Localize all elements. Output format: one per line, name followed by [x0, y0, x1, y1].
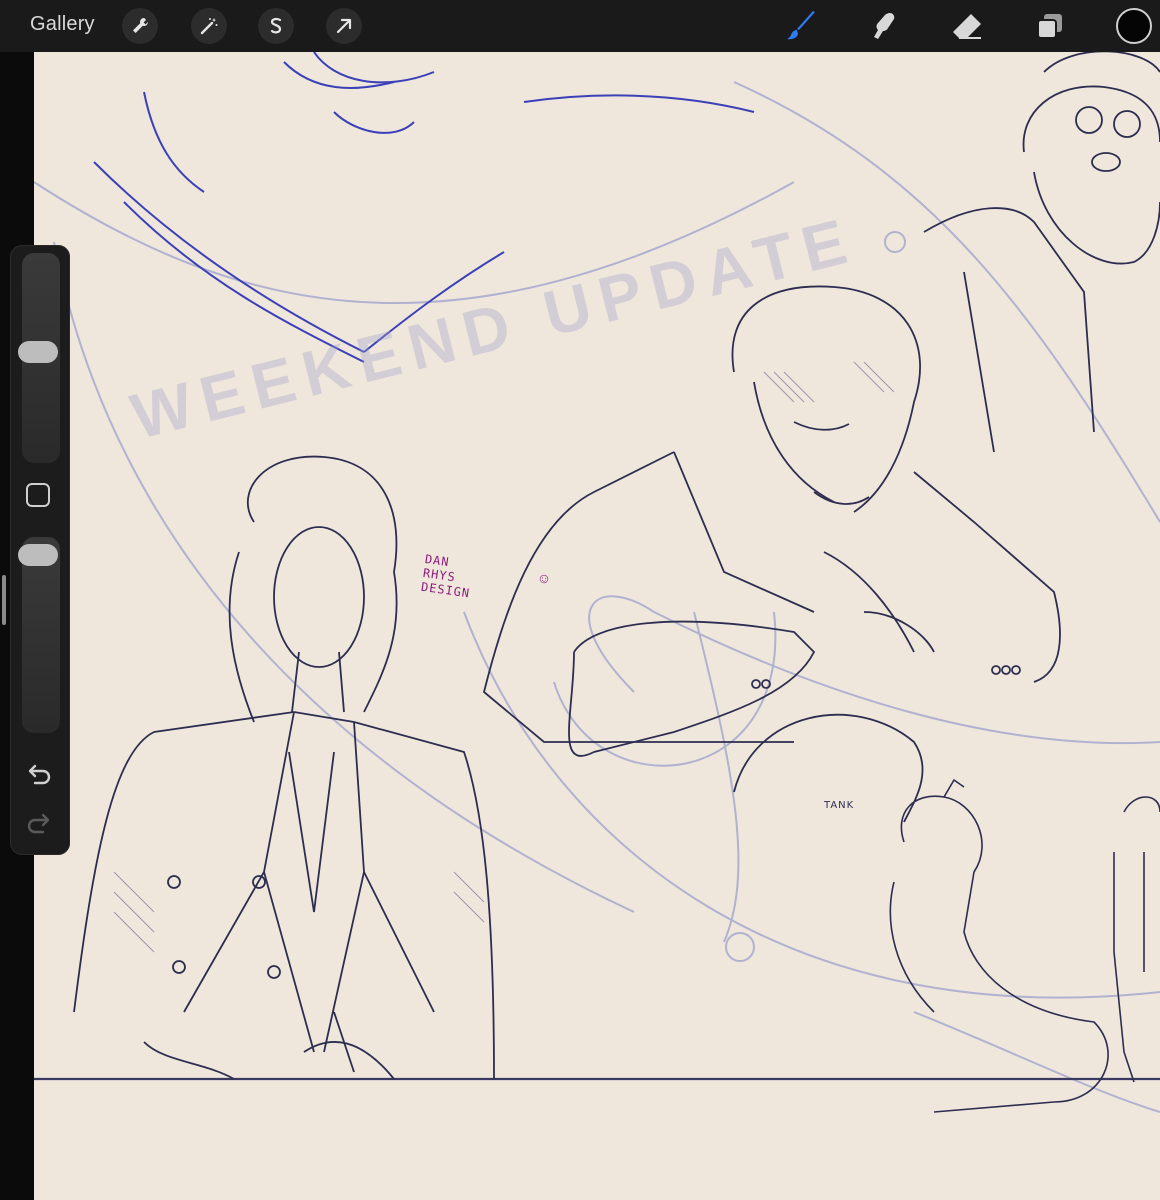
- brush-icon: [787, 11, 815, 40]
- actions-button[interactable]: [122, 8, 158, 44]
- magic-wand-icon: [200, 18, 218, 35]
- undo-icon: [28, 764, 51, 785]
- layers-button[interactable]: [1032, 8, 1068, 44]
- brush-size-slider[interactable]: [18, 253, 60, 463]
- selection-button[interactable]: [258, 8, 294, 44]
- redo-icon: [27, 813, 50, 834]
- top-toolbar: Gallery: [0, 0, 1160, 52]
- transform-arrow-icon: [336, 18, 352, 34]
- shirt-text-small: TANK: [824, 800, 855, 811]
- eraser-icon: [953, 14, 981, 39]
- smudge-icon: [874, 13, 895, 39]
- transform-button[interactable]: [326, 8, 362, 44]
- opacity-thumb[interactable]: [18, 544, 58, 567]
- gallery-button[interactable]: Gallery: [30, 13, 95, 36]
- modifier-button[interactable]: [26, 483, 50, 507]
- eraser-tool-button[interactable]: [950, 8, 986, 44]
- undo-button[interactable]: [24, 762, 54, 786]
- signature-text: DAN RHYS DESIGN: [420, 552, 471, 601]
- sketch-artwork: [34, 52, 1160, 1113]
- tool-sidebar: [10, 245, 70, 855]
- wrench-icon: [133, 18, 148, 33]
- opacity-slider[interactable]: [18, 537, 60, 733]
- redo-button[interactable]: [24, 811, 54, 835]
- layers-icon: [1037, 14, 1062, 39]
- brush-tool-button[interactable]: [784, 8, 820, 44]
- signature-smile: ☺: [535, 569, 553, 587]
- adjustments-button[interactable]: [191, 8, 227, 44]
- brush-size-thumb[interactable]: [18, 341, 58, 364]
- sidebar-position-handle[interactable]: [2, 575, 6, 625]
- color-picker-button[interactable]: [1116, 8, 1152, 44]
- drawing-canvas[interactable]: WEEKEND UPDATE DAN RHYS DESIGN ☺ TANK: [34, 52, 1160, 1200]
- smudge-tool-button[interactable]: [866, 8, 902, 44]
- selection-icon: [270, 17, 282, 34]
